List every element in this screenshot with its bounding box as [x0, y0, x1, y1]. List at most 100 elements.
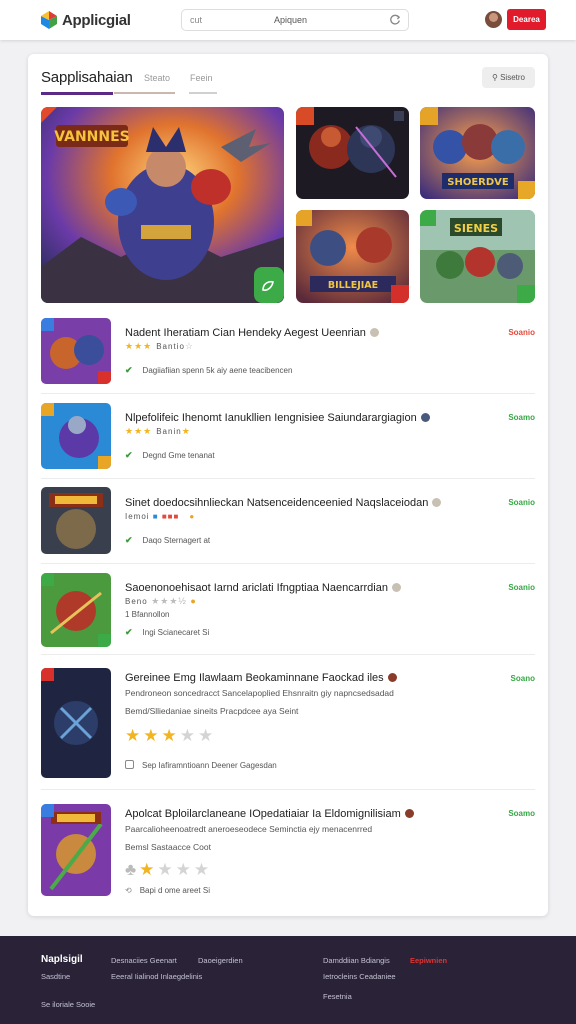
- app-action-link[interactable]: Soanio: [508, 583, 535, 592]
- rating-stars[interactable]: ★★★★★: [125, 726, 216, 746]
- app-art: [41, 668, 111, 778]
- app-title[interactable]: Gereinee Emg Ilawlaam Beokaminnane Faock…: [125, 672, 397, 684]
- app-thumbnail[interactable]: [41, 487, 111, 554]
- list-item[interactable]: Apolcat Bploilarclaneane IOpedatiaiar Ia…: [41, 797, 535, 907]
- hero-thumbnail-3[interactable]: BILLEJIAE: [296, 210, 409, 303]
- meta-text: Dagiiafiian spenn 5k aiy aene teacibence…: [142, 366, 293, 375]
- signin-button[interactable]: Dearea: [507, 9, 546, 30]
- thumb-caption-4: SIENES: [454, 222, 498, 235]
- app-action-link[interactable]: Soamo: [508, 413, 535, 422]
- app-action-link[interactable]: Soanio: [508, 498, 535, 507]
- app-action-link[interactable]: Soanio: [508, 328, 535, 337]
- footer-link[interactable]: Damddiian Bdiangis: [323, 956, 390, 965]
- thumb-caption-2: SHOERDVE: [447, 177, 509, 188]
- app-title-text: Apolcat Bploilarclaneane IOpedatiaiar Ia…: [125, 808, 401, 820]
- thumb-art-2: SHOERDVE: [420, 107, 535, 199]
- app-art: [41, 804, 111, 896]
- app-action-link[interactable]: Soano: [511, 674, 535, 683]
- footer-link[interactable]: Eeeral Iialinod Inlaegdelinis: [111, 972, 202, 981]
- rating-stars: Iemoi ■ ■■■ ●: [125, 512, 196, 521]
- footer-link[interactable]: Se iloriale Sooie: [41, 1000, 95, 1009]
- share-icon: ⟲: [125, 886, 132, 895]
- search-scope[interactable]: cut: [190, 15, 202, 25]
- applications-card: Sapplisahaian Steato Feein ⚲ Sisetro VAN…: [28, 54, 548, 916]
- action-label: Soanio: [508, 583, 535, 592]
- top-bar: Applicgial cut Apiquen Dearea: [0, 0, 576, 40]
- footer-link[interactable]: Ietrocleins Ceadaniee: [323, 972, 396, 981]
- brand-name[interactable]: Applicgial: [62, 12, 131, 29]
- info-icon: [387, 673, 397, 682]
- app-description-2: Bemd/Slliedaniae sineits Pracpdcee aya S…: [125, 706, 299, 716]
- list-item[interactable]: Saoenonoehisaot Iarnd ariclati Ifngptiaa…: [41, 571, 535, 655]
- tab-second[interactable]: Feein: [190, 73, 213, 83]
- footer-link[interactable]: Daoeigerdien: [198, 956, 243, 965]
- thumb-caption-3: BILLEJIAE: [328, 280, 378, 291]
- user-avatar[interactable]: [485, 11, 502, 28]
- hero-thumbnail-2[interactable]: SHOERDVE: [420, 107, 535, 199]
- list-item[interactable]: Nlpefolifeic Ihenomt Ianukllien Iengnisi…: [41, 401, 535, 479]
- app-logo-icon[interactable]: [38, 9, 60, 31]
- card-action-button[interactable]: ⚲ Sisetro: [482, 67, 535, 88]
- rating-label: Banin: [156, 427, 182, 436]
- footer-brand[interactable]: Naplsigil: [41, 954, 83, 965]
- app-thumbnail[interactable]: [41, 668, 111, 778]
- app-thumbnail[interactable]: [41, 318, 111, 384]
- app-meta: ⟲ Bapi d ome areet Si: [125, 886, 210, 895]
- list-item[interactable]: Gereinee Emg Ilawlaam Beokaminnane Faock…: [41, 662, 535, 790]
- list-item[interactable]: Sinet doedocsihnlieckan Natsenceidenceen…: [41, 486, 535, 564]
- meta-text: Sep Iafiramntioann Deener Gagesdan: [142, 761, 277, 770]
- info-icon: [391, 583, 401, 592]
- app-art: [41, 573, 111, 647]
- rating-stars[interactable]: ♣★★★★: [125, 860, 212, 880]
- check-icon: ✔: [125, 450, 133, 460]
- app-thumbnail[interactable]: [41, 804, 111, 896]
- app-description: Pendroneon soncedracct Sancelapoplied Eh…: [125, 688, 394, 698]
- app-meta: ✔ Ingi Scianecaret Si: [125, 627, 209, 638]
- hero-main-thumbnail[interactable]: VANNNES: [41, 107, 284, 303]
- app-title[interactable]: Nadent Iheratiam Cian Hendeky Aegest Uee…: [125, 327, 379, 339]
- thumb-art-1: [296, 107, 409, 199]
- footer-link[interactable]: Fesetnia: [323, 992, 352, 1001]
- hero-thumbnail-1[interactable]: [296, 107, 409, 199]
- tab-underline: [114, 92, 175, 94]
- action-label: Soanio: [508, 498, 535, 507]
- check-icon: ✔: [125, 627, 133, 637]
- app-extra: 1 Bfannollon: [125, 610, 170, 619]
- app-art: [41, 318, 111, 384]
- app-meta: ✔ Dagiiafiian spenn 5k aiy aene teacibenc…: [125, 365, 292, 376]
- app-title[interactable]: Apolcat Bploilarclaneane IOpedatiaiar Ia…: [125, 808, 414, 820]
- app-title-text: Saoenonoehisaot Iarnd ariclati Ifngptiaa…: [125, 582, 388, 594]
- check-icon: ✔: [125, 535, 133, 545]
- hero-thumbnail-4[interactable]: SIENES: [420, 210, 535, 303]
- search-input[interactable]: cut Apiquen: [181, 9, 409, 31]
- footer-link[interactable]: Desnaciies Geenart: [111, 956, 177, 965]
- refresh-icon[interactable]: [388, 13, 402, 27]
- app-meta: ✔ Daqo Sternagert at: [125, 535, 210, 546]
- search-icon: ⚲: [492, 73, 501, 82]
- rating-label: Beno: [125, 597, 148, 606]
- app-title[interactable]: Saoenonoehisaot Iarnd ariclati Ifngptiaa…: [125, 582, 401, 594]
- app-thumbnail[interactable]: [41, 573, 111, 647]
- footer-link[interactable]: Sasdtine: [41, 972, 70, 981]
- card-action-label: Sisetro: [500, 73, 525, 82]
- meta-text: Daqo Sternagert at: [142, 536, 211, 545]
- meta-text: Degnd Gme tenanat: [142, 451, 215, 460]
- hero-title: VANNNES: [54, 129, 130, 145]
- action-label: Soano: [510, 674, 535, 683]
- rating-stars: Beno ★★★½ ●: [125, 596, 197, 606]
- app-title[interactable]: Sinet doedocsihnlieckan Natsenceidenceen…: [125, 497, 442, 509]
- info-icon: [369, 328, 379, 337]
- app-description-2: Bemsl Sastaacce Coot: [125, 842, 211, 852]
- action-label: Soamo: [508, 809, 535, 818]
- action-label: Soanio: [508, 328, 535, 337]
- footer-link-highlight[interactable]: Eepiwnien: [410, 956, 447, 965]
- app-title-text: Sinet doedocsihnlieckan Natsenceidenceen…: [125, 497, 429, 509]
- app-description: Paarcalioheenoatredt aneroeseodece Semin…: [125, 824, 373, 834]
- list-item[interactable]: Nadent Iheratiam Cian Hendeky Aegest Uee…: [41, 316, 535, 394]
- app-action-link[interactable]: Soamo: [508, 809, 535, 818]
- app-title-text: Gereinee Emg Ilawlaam Beokaminnane Faock…: [125, 672, 384, 684]
- tab-first[interactable]: Steato: [144, 73, 170, 83]
- page-title: Sapplisahaian: [41, 69, 133, 86]
- app-thumbnail[interactable]: [41, 403, 111, 469]
- app-title[interactable]: Nlpefolifeic Ihenomt Ianukllien Iengnisi…: [125, 412, 430, 424]
